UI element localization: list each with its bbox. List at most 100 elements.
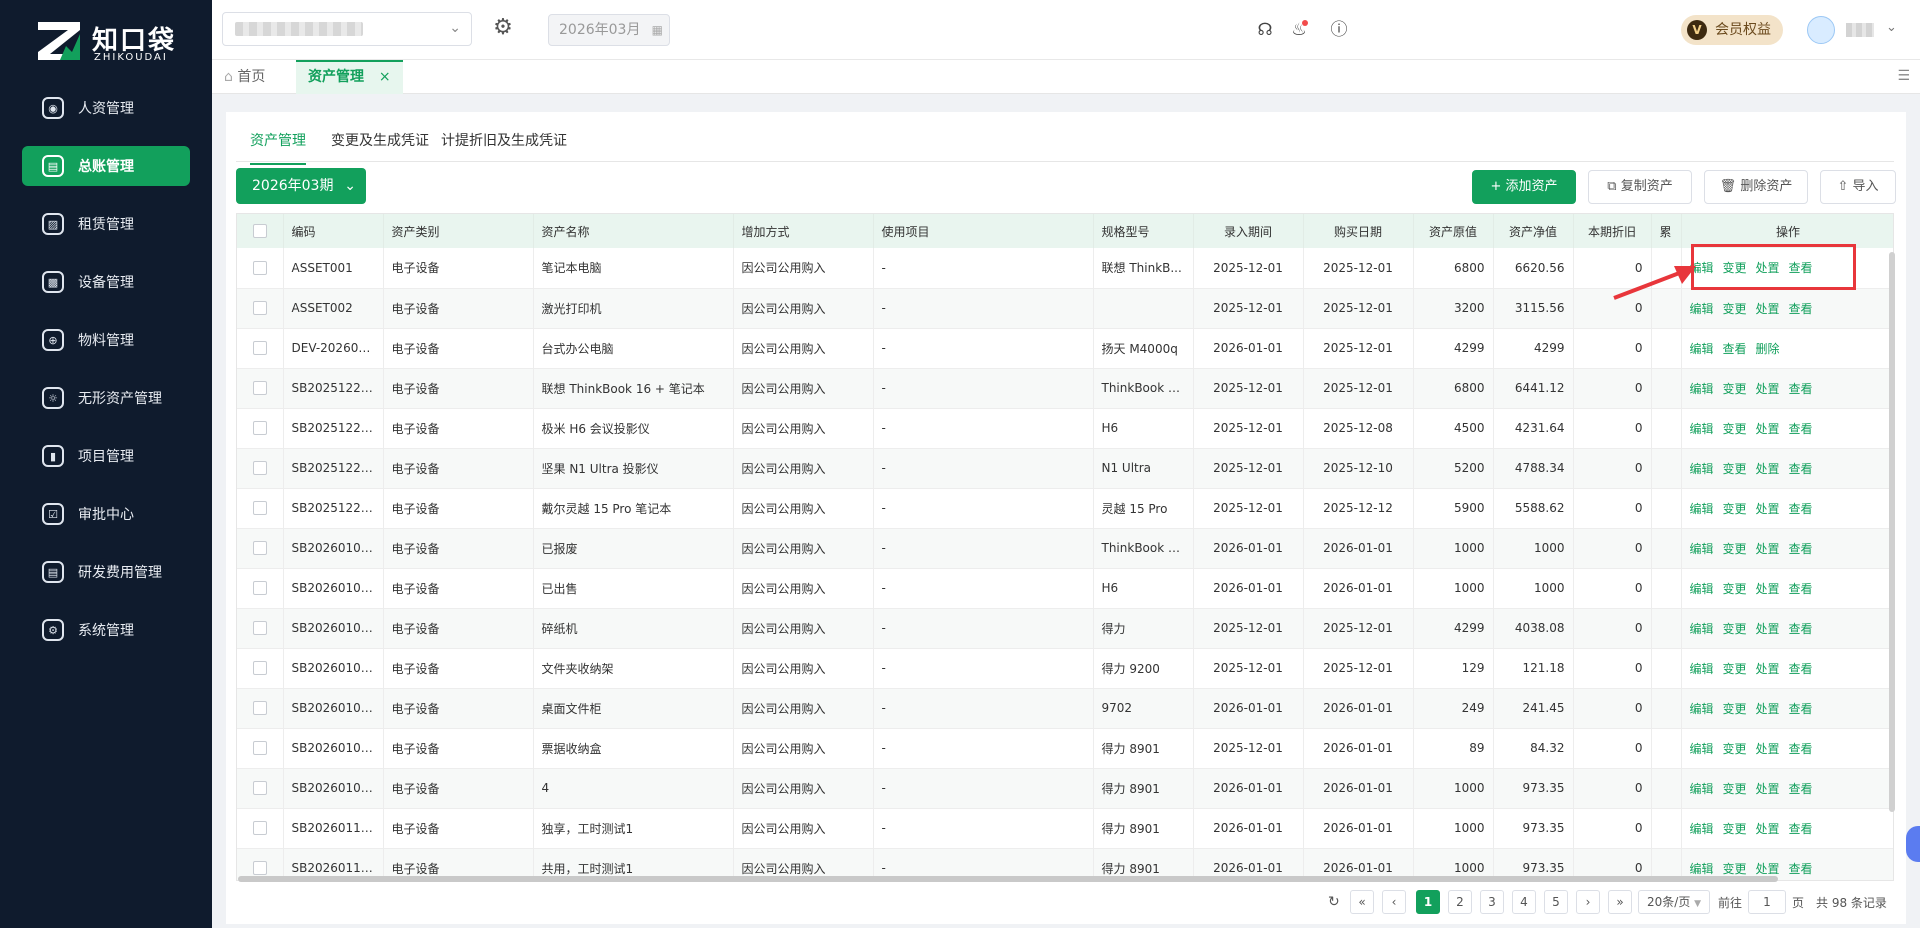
op-link[interactable]: 编辑 [1690, 662, 1714, 676]
tab-asset-management[interactable]: 资产管理 × [296, 60, 403, 94]
op-link[interactable]: 处置 [1756, 302, 1780, 316]
page-3-button[interactable]: 3 [1480, 890, 1504, 914]
col-name[interactable]: 资产名称 [533, 214, 734, 248]
op-link[interactable]: 处置 [1756, 422, 1780, 436]
page-5-button[interactable]: 5 [1544, 890, 1568, 914]
op-link[interactable]: 编辑 [1690, 782, 1714, 796]
table-row[interactable]: SB20251225... 电子设备 戴尔灵越 15 Pro 笔记本 因公司公用购入 -… [237, 488, 1893, 529]
table-row[interactable]: SB20260104... 电子设备 已报废 因公司公用购入 - ThinkBook 1.… [237, 528, 1893, 569]
op-link[interactable]: 处置 [1756, 382, 1780, 396]
op-link[interactable]: 编辑 [1690, 302, 1714, 316]
period-select[interactable]: 2026年03期 ⌄ [236, 168, 366, 204]
col-period-depreciation[interactable]: 本期折旧 [1573, 214, 1652, 248]
add-asset-button[interactable]: + 添加资产 [1472, 170, 1576, 204]
sidebar-item-8[interactable]: ▤ 研发费用管理 [22, 552, 190, 592]
row-checkbox[interactable] [237, 568, 284, 609]
op-link[interactable]: 处置 [1756, 702, 1780, 716]
op-link[interactable]: 查看 [1789, 662, 1813, 676]
first-page-button[interactable]: « [1350, 890, 1374, 914]
sidebar-item-2[interactable]: ▨ 租赁管理 [22, 204, 190, 244]
col-project[interactable]: 使用项目 [873, 214, 1094, 248]
op-link[interactable]: 变更 [1723, 502, 1747, 516]
row-checkbox[interactable] [237, 688, 284, 729]
col-original-value[interactable]: 资产原值 [1413, 214, 1494, 248]
sidebar-item-6[interactable]: ▮ 项目管理 [22, 436, 190, 476]
col-entry-period[interactable]: 录入期间 [1193, 214, 1304, 248]
op-link[interactable]: 编辑 [1690, 382, 1714, 396]
delete-asset-button[interactable]: 🗑 删除资产 [1704, 170, 1808, 204]
row-checkbox[interactable] [237, 408, 284, 449]
op-link[interactable]: 处置 [1756, 462, 1780, 476]
op-link[interactable]: 编辑 [1690, 742, 1714, 756]
op-link[interactable]: 查看 [1789, 742, 1813, 756]
row-checkbox[interactable] [237, 608, 284, 649]
op-link[interactable]: 处置 [1756, 622, 1780, 636]
table-row[interactable]: SB20260116... 电子设备 独享，工时测试1 因公司公用购入 - 得力 8901… [237, 808, 1893, 849]
chat-float-button[interactable] [1906, 826, 1920, 862]
sidebar-item-1[interactable]: ▤ 总账管理 [22, 146, 190, 186]
tab-home[interactable]: ⌂ 首页 [212, 60, 277, 94]
op-link[interactable]: 编辑 [1690, 542, 1714, 556]
op-link[interactable]: 编辑 [1690, 582, 1714, 596]
help-icon[interactable]: ⓘ [1327, 18, 1351, 42]
op-link[interactable]: 查看 [1789, 302, 1813, 316]
op-link[interactable]: 查看 [1789, 782, 1813, 796]
op-link[interactable]: 处置 [1756, 582, 1780, 596]
refresh-icon[interactable]: ↻ [1328, 894, 1340, 910]
op-link[interactable]: 查看 [1789, 822, 1813, 836]
table-row[interactable]: SB20260104... 电子设备 碎纸机 因公司公用购入 - 得力 2025-12-01… [237, 608, 1893, 649]
row-checkbox[interactable] [237, 368, 284, 409]
vip-benefits-button[interactable]: V 会员权益 [1681, 15, 1783, 45]
op-link[interactable]: 处置 [1756, 782, 1780, 796]
user-menu-chevron-icon[interactable]: ⌄ [1886, 20, 1897, 35]
table-row[interactable]: SB20260104... 电子设备 票据收纳盒 因公司公用购入 - 得力 8901 202… [237, 728, 1893, 769]
sidebar-item-4[interactable]: ⊕ 物料管理 [22, 320, 190, 360]
op-link[interactable]: 查看 [1789, 702, 1813, 716]
op-link[interactable]: 变更 [1723, 622, 1747, 636]
table-row[interactable]: SB20260104... 电子设备 已出售 因公司公用购入 - H6 2026-01-01… [237, 568, 1893, 609]
row-checkbox[interactable] [237, 768, 284, 809]
sidebar-item-9[interactable]: ⚙ 系统管理 [22, 610, 190, 650]
import-button[interactable]: ⇧ 导入 [1820, 170, 1896, 204]
op-link[interactable]: 查看 [1789, 862, 1813, 876]
user-name-redacted[interactable] [1846, 23, 1874, 37]
page-1-button[interactable]: 1 [1416, 890, 1440, 914]
month-picker[interactable]: 2026年03月 ▦ [548, 14, 670, 46]
op-link[interactable]: 变更 [1723, 862, 1747, 876]
table-row[interactable]: SB20260104... 电子设备 桌面文件柜 因公司公用购入 -9702 2026-0… [237, 688, 1893, 729]
row-checkbox[interactable] [237, 648, 284, 689]
op-link[interactable]: 查看 [1789, 582, 1813, 596]
col-net-value[interactable]: 资产净值 [1493, 214, 1574, 248]
op-link[interactable]: 查看 [1789, 622, 1813, 636]
vertical-scrollbar[interactable] [1889, 252, 1895, 812]
op-link[interactable]: 查看 [1789, 542, 1813, 556]
op-link[interactable]: 变更 [1723, 822, 1747, 836]
op-link[interactable]: 变更 [1723, 582, 1747, 596]
col-add-method[interactable]: 增加方式 [733, 214, 874, 248]
copy-asset-button[interactable]: ⧉ 复制资产 [1588, 170, 1692, 204]
table-row[interactable]: DEV-202601... 电子设备 台式办公电脑 因公司公用购入 - 扬天 M4000q… [237, 328, 1893, 369]
close-icon[interactable]: × [379, 69, 391, 85]
bell-icon[interactable]: ♨ [1287, 18, 1311, 42]
op-link[interactable]: 变更 [1723, 702, 1747, 716]
op-link[interactable]: 变更 [1723, 542, 1747, 556]
op-link[interactable]: 处置 [1756, 662, 1780, 676]
op-link[interactable]: 查看 [1789, 382, 1813, 396]
table-row[interactable]: SB20260109... 电子设备 4 因公司公用购入 - 得力 8901 2026-01… [237, 768, 1893, 809]
last-page-button[interactable]: » [1608, 890, 1632, 914]
col-category[interactable]: 资产类别 [383, 214, 534, 248]
op-link[interactable]: 编辑 [1690, 342, 1714, 356]
prev-page-button[interactable]: ‹ [1382, 890, 1406, 914]
op-link[interactable]: 查看 [1789, 462, 1813, 476]
row-checkbox[interactable] [237, 528, 284, 569]
row-checkbox[interactable] [237, 288, 284, 329]
sidebar-item-5[interactable]: ☼ 无形资产管理 [22, 378, 190, 418]
table-row[interactable]: SB20251225... 电子设备 坚果 N1 Ultra 投影仪 因公司公用购入 -… [237, 448, 1893, 489]
subtab-change-voucher[interactable]: 变更及生成凭证 [331, 130, 429, 150]
col-model[interactable]: 规格型号 [1093, 214, 1194, 248]
row-checkbox[interactable] [237, 728, 284, 769]
op-link[interactable]: 删除 [1756, 342, 1780, 356]
select-all-checkbox[interactable] [237, 214, 284, 248]
op-link[interactable]: 变更 [1723, 422, 1747, 436]
sidebar-item-7[interactable]: ☑ 审批中心 [22, 494, 190, 534]
